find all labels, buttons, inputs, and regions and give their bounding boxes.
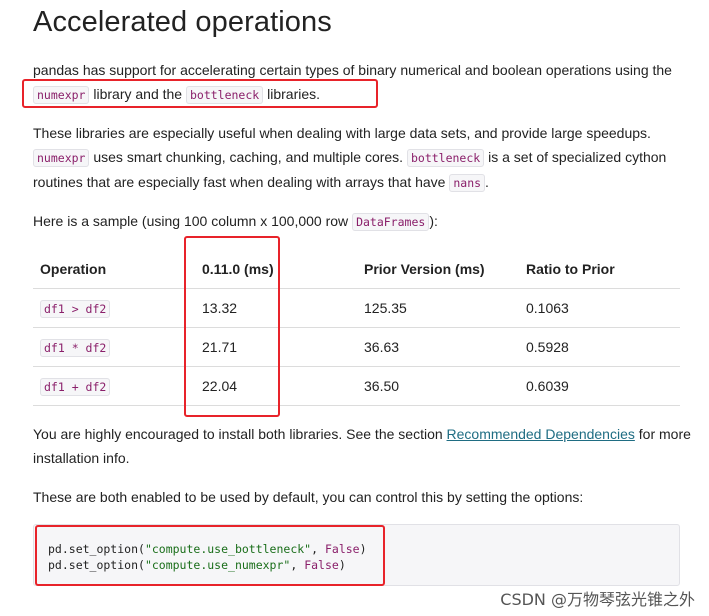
table-cell: 36.63 <box>357 327 519 367</box>
operation-code: df1 + df2 <box>40 378 111 396</box>
doc-page: Accelerated operations pandas has suppor… <box>0 0 709 616</box>
recommended-dependencies-link[interactable]: Recommended Dependencies <box>447 426 635 442</box>
details-text-1: These libraries are especially useful wh… <box>33 125 651 141</box>
encourage-paragraph: You are highly encouraged to install bot… <box>33 422 693 470</box>
sample-paragraph: Here is a sample (using 100 column x 100… <box>33 209 693 234</box>
header-ratio: Ratio to Prior <box>519 249 680 289</box>
inline-code-dataframes: DataFrames <box>352 213 430 231</box>
page-title: Accelerated operations <box>33 6 332 38</box>
details-text-4: . <box>485 174 489 190</box>
details-text-2: uses smart chunking, caching, and multip… <box>89 149 407 165</box>
table-cell: 36.50 <box>357 366 519 406</box>
table-cell: 0.6039 <box>519 366 680 406</box>
table-row: df1 * df2 21.71 36.63 0.5928 <box>33 327 680 367</box>
encourage-text-1: You are highly encouraged to install bot… <box>33 426 447 442</box>
benchmark-table: Operation 0.11.0 (ms) Prior Version (ms)… <box>33 249 680 406</box>
table-cell-operation: df1 > df2 <box>33 288 195 328</box>
table-cell-operation: df1 * df2 <box>33 327 195 367</box>
table-header-row: Operation 0.11.0 (ms) Prior Version (ms)… <box>33 249 680 289</box>
highlight-box-intro <box>22 79 378 108</box>
details-paragraph: These libraries are especially useful wh… <box>33 121 693 195</box>
intro-text-1: pandas has support for accelerating cert… <box>33 62 672 78</box>
operation-code: df1 > df2 <box>40 300 111 318</box>
inline-code-numexpr-2: numexpr <box>33 149 90 167</box>
table-cell: 0.5928 <box>519 327 680 367</box>
table-cell: 0.1063 <box>519 288 680 328</box>
table-cell-operation: df1 + df2 <box>33 366 195 406</box>
sample-text-1: Here is a sample (using 100 column x 100… <box>33 213 353 229</box>
table-row: df1 > df2 13.32 125.35 0.1063 <box>33 288 680 328</box>
inline-code-bottleneck-2: bottleneck <box>406 149 485 167</box>
watermark: CSDN @万物琴弦光锥之外 <box>500 590 695 609</box>
header-operation: Operation <box>33 249 195 289</box>
inline-code-nans: nans <box>449 174 486 192</box>
operation-code: df1 * df2 <box>40 339 111 357</box>
sample-text-2: ): <box>429 213 438 229</box>
table-cell: 125.35 <box>357 288 519 328</box>
header-prior-version: Prior Version (ms) <box>357 249 519 289</box>
table-row: df1 + df2 22.04 36.50 0.6039 <box>33 366 680 406</box>
highlight-box-column <box>184 236 280 417</box>
defaults-paragraph: These are both enabled to be used by def… <box>33 489 584 505</box>
highlight-box-code <box>35 525 385 586</box>
